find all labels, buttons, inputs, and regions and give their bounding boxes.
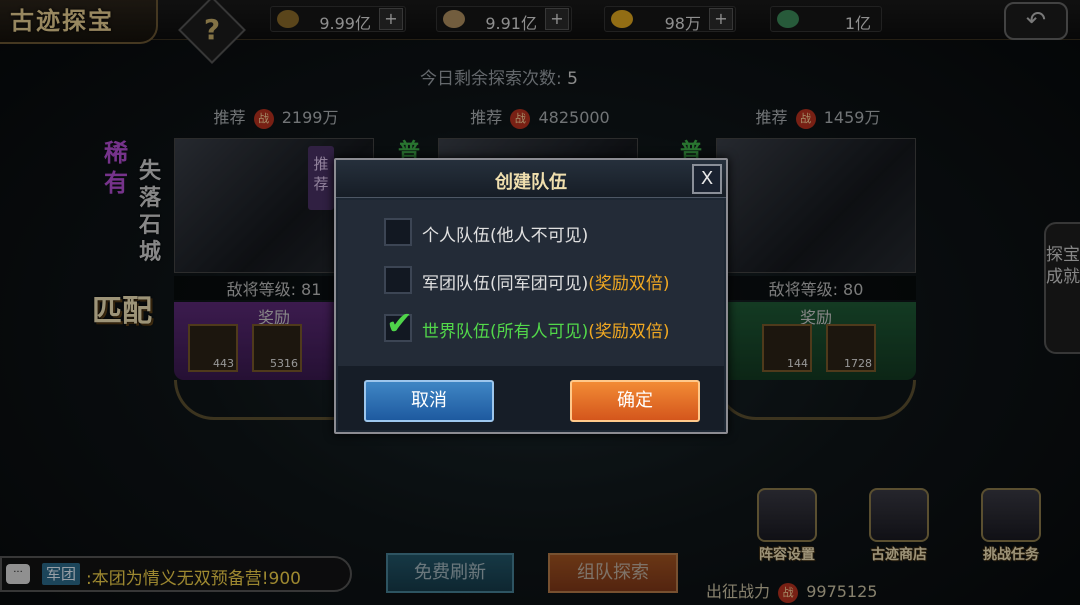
checkmark-icon: ✔ (386, 304, 413, 342)
option-label: 世界队伍(所有人可见) (422, 322, 589, 342)
cancel-button[interactable]: 取消 (364, 380, 494, 422)
dialog-title: 创建队伍 (495, 172, 567, 193)
dialog-body: 个人队伍(他人不可见) 军团队伍(同军团可见)(奖励双倍) ✔ 世界队伍(所有人… (338, 200, 724, 366)
game-scene: 古迹探宝 ? 9.99亿 + 9.91亿 + 98万 + 1亿 ↶ 今日剩余探索… (0, 0, 1080, 605)
close-button[interactable]: X (692, 164, 722, 194)
option-label: 个人队伍(他人不可见) (422, 226, 589, 246)
option-label: 军团队伍(同军团可见) (422, 274, 589, 294)
dialog-header: 创建队伍 X (336, 160, 726, 198)
close-icon: X (700, 168, 714, 189)
checkbox[interactable] (384, 218, 412, 246)
bonus-label: (奖励双倍) (588, 322, 670, 342)
bonus-label: (奖励双倍) (588, 274, 670, 294)
create-team-dialog: 创建队伍 X 个人队伍(他人不可见) 军团队伍(同军团可见)(奖励双倍) ✔ 世… (334, 158, 728, 434)
confirm-button[interactable]: 确定 (570, 380, 700, 422)
dialog-footer: 取消 确定 (338, 366, 724, 430)
checkbox[interactable] (384, 266, 412, 294)
